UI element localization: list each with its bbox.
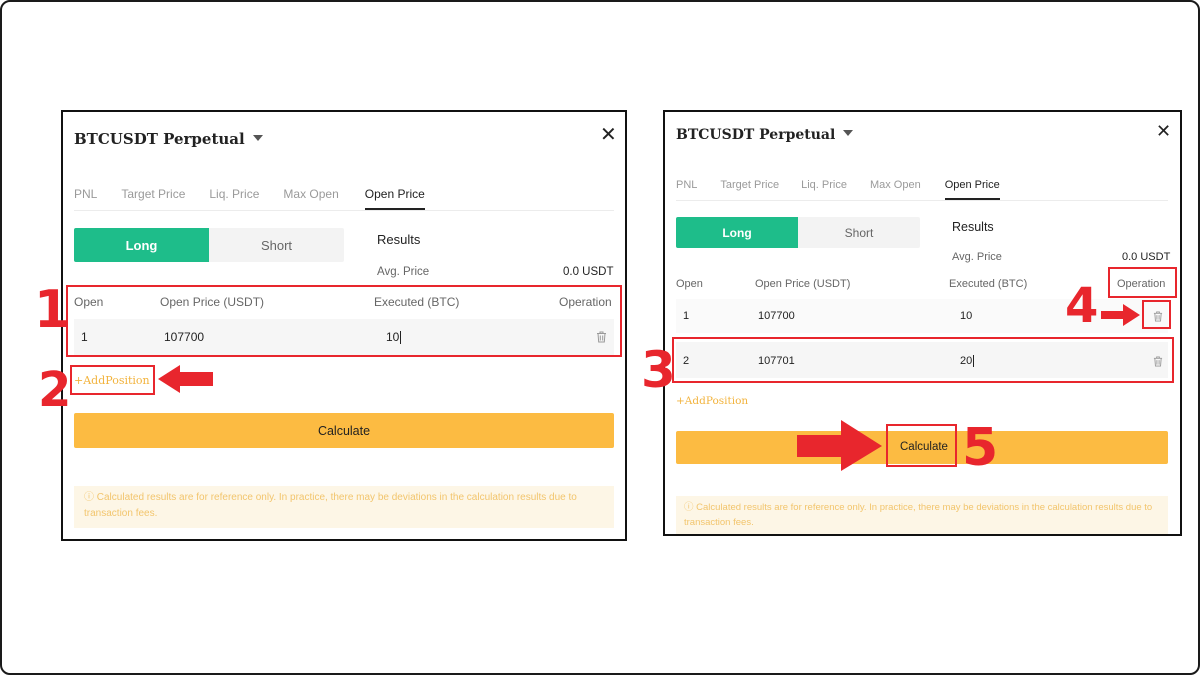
step-3-label: 3 xyxy=(641,341,676,399)
arrow-right-icon xyxy=(797,420,882,471)
contract-title: BTCUSDT Perpetual xyxy=(676,127,836,143)
short-button[interactable]: Short xyxy=(209,228,344,262)
col-open-price: Open Price (USDT) xyxy=(755,278,851,290)
highlight-positions-table xyxy=(66,285,622,357)
chevron-down-icon xyxy=(843,130,854,136)
tab-target-price[interactable]: Target Price xyxy=(121,187,185,210)
step-4-label: 4 xyxy=(1065,278,1099,334)
contract-selector[interactable]: BTCUSDT Perpetual xyxy=(74,130,263,148)
long-button[interactable]: Long xyxy=(676,217,798,248)
close-icon[interactable]: ✕ xyxy=(600,124,617,144)
disclaimer-note: ⓘ Calculated results are for reference o… xyxy=(74,486,614,528)
tab-target-price[interactable]: Target Price xyxy=(720,179,779,200)
col-open: Open xyxy=(676,278,703,290)
calculator-tabs: PNL Target Price Liq. Price Max Open Ope… xyxy=(74,187,614,211)
results-label: Results xyxy=(377,232,421,247)
step-1-label: 1 xyxy=(34,280,71,340)
tab-open-price[interactable]: Open Price xyxy=(364,187,425,210)
col-executed: Executed (BTC) xyxy=(949,278,1028,290)
contract-selector[interactable]: BTCUSDT Perpetual xyxy=(676,127,854,143)
tab-open-price[interactable]: Open Price xyxy=(944,179,1000,200)
tab-liq-price[interactable]: Liq. Price xyxy=(209,187,259,210)
contract-title: BTCUSDT Perpetual xyxy=(74,130,245,148)
avg-price-value: 0.0 USDT xyxy=(1122,251,1171,263)
short-button[interactable]: Short xyxy=(798,217,920,248)
highlight-delete-icon xyxy=(1142,300,1171,329)
step-2-label: 2 xyxy=(38,362,72,418)
chevron-down-icon xyxy=(252,135,263,141)
highlight-new-row xyxy=(672,337,1174,383)
open-price-input[interactable]: 107700 xyxy=(758,310,795,322)
avg-price-label: Avg. Price xyxy=(952,251,1002,263)
results-label: Results xyxy=(952,220,994,234)
disclaimer-note: ⓘ Calculated results are for reference o… xyxy=(676,496,1168,534)
arrow-right-icon xyxy=(1101,304,1140,326)
long-button[interactable]: Long xyxy=(74,228,209,262)
direction-toggle: Long Short xyxy=(74,228,344,262)
direction-toggle: Long Short xyxy=(676,217,920,248)
arrow-left-icon xyxy=(158,365,213,393)
calculate-button[interactable]: Calculate xyxy=(74,413,614,448)
avg-price-label: Avg. Price xyxy=(377,266,430,278)
highlight-add-position xyxy=(70,365,155,395)
highlight-operation-column xyxy=(1108,267,1177,298)
tab-pnl[interactable]: PNL xyxy=(676,179,697,200)
tab-max-open[interactable]: Max Open xyxy=(283,187,338,210)
executed-input[interactable]: 10 xyxy=(960,310,972,322)
step-5-label: 5 xyxy=(962,418,999,478)
tab-max-open[interactable]: Max Open xyxy=(870,179,921,200)
add-position-link[interactable]: +AddPosition xyxy=(676,395,748,407)
calculator-tabs: PNL Target Price Liq. Price Max Open Ope… xyxy=(676,179,1168,201)
row-open-number: 1 xyxy=(683,310,690,322)
tab-liq-price[interactable]: Liq. Price xyxy=(801,179,847,200)
avg-price-value: 0.0 USDT xyxy=(563,266,614,278)
tab-pnl[interactable]: PNL xyxy=(74,187,97,210)
close-icon[interactable]: ✕ xyxy=(1156,123,1171,141)
highlight-calculate-button xyxy=(886,424,957,467)
